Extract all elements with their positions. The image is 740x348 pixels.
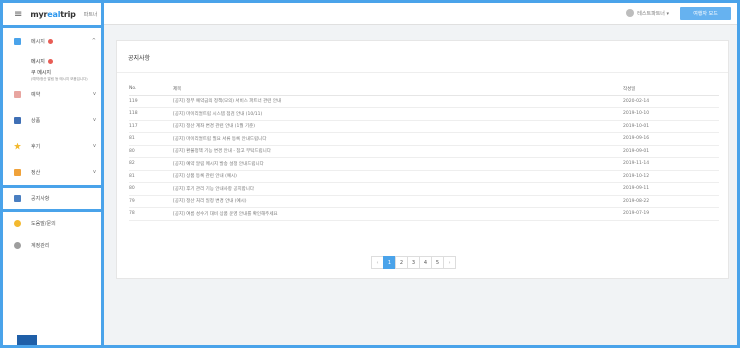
sidebar-subitem-label: 메시지: [31, 58, 45, 65]
sidebar-item-label: 계정관리: [31, 242, 50, 249]
message-icon: [14, 37, 21, 45]
sidebar-item-label: 메시지: [31, 38, 45, 45]
sidebar-item-help[interactable]: 도움말/문의: [3, 212, 101, 234]
pagination: ‹ 1 2 3 4 5 ›: [371, 256, 456, 269]
sidebar-item-product[interactable]: 상품 v: [3, 107, 101, 133]
cell-title[interactable]: [공지] 정산 처리 일정 변경 안내 (예시): [173, 195, 623, 208]
hamburger-icon[interactable]: ≡: [14, 9, 22, 20]
cell-no: 80: [129, 145, 173, 158]
sidebar-item-message[interactable]: 메시지 ^: [3, 28, 101, 54]
calendar-icon: [14, 90, 21, 98]
page-title: 공지사항: [117, 41, 728, 73]
cell-no: 117: [129, 120, 173, 133]
column-header-no: No.: [129, 83, 173, 96]
logo-suffix: trip: [60, 9, 76, 19]
sidebar-subitem-message[interactable]: 메시지: [3, 54, 101, 68]
cell-date: 2019-11-14: [623, 157, 719, 171]
megaphone-icon: [14, 195, 21, 202]
table-header-row: No. 제목 작성일: [129, 83, 719, 96]
sidebar-header: ≡ myrealtrip 파트너: [3, 3, 101, 28]
cell-no: 80: [129, 182, 173, 196]
sidebar-item-label: 후기: [31, 143, 41, 150]
cell-title[interactable]: [공지] 예약 알림 메시지 발송 설정 안내드립니다: [173, 157, 623, 171]
sidebar-item-notice[interactable]: 공지사항: [3, 188, 101, 209]
top-header: 테스트파트너 ▾ 여행자 모드: [104, 3, 737, 25]
chevron-down-icon: v: [93, 91, 96, 97]
cell-date: 2019-08-22: [623, 195, 719, 208]
chevron-down-icon: v: [93, 117, 96, 123]
sidebar-item-label: 공지사항: [31, 196, 50, 202]
cell-title[interactable]: [공지] 정산 계좌 변경 관련 안내 (1월 기준): [173, 120, 623, 133]
cell-title[interactable]: [공지] 상품 등록 관련 안내 (예시): [173, 170, 623, 183]
cell-no: 79: [129, 195, 173, 208]
table-row[interactable]: 119 [공지] 정부 예약금의 정책(모의) 서비스 파트너 관련 안내 2020…: [129, 95, 719, 108]
logo[interactable]: myrealtrip: [30, 9, 76, 19]
settlement-icon: [14, 168, 21, 176]
cell-title[interactable]: [공지] 환불정책 기능 변경 안내 - 참고 부탁드립니다: [173, 145, 623, 158]
cell-no: 81: [129, 132, 173, 146]
gear-icon: [14, 241, 21, 249]
column-header-title: 제목: [173, 83, 623, 96]
cell-title[interactable]: [공지] 후기 관리 기능 안내사항 공지합니다: [173, 182, 623, 196]
user-name: 테스트파트너 ▾: [637, 10, 669, 17]
traveler-mode-button[interactable]: 여행자 모드: [680, 7, 731, 20]
table-row[interactable]: 117 [공지] 정산 계좌 변경 관련 안내 (1월 기준) 2019-10-01: [129, 120, 719, 133]
cell-no: 78: [129, 207, 173, 221]
next-page-button[interactable]: ›: [443, 256, 456, 269]
notification-badge: [47, 38, 53, 44]
sidebar-item-account[interactable]: 계정관리: [3, 234, 101, 256]
sidebar-item-label: 예약: [31, 91, 41, 98]
chevron-down-icon: v: [93, 169, 96, 175]
chevron-up-icon: ^: [91, 38, 96, 44]
logo-accent: eal: [47, 9, 61, 19]
sidebar-item-label: 상품: [31, 117, 41, 124]
logo-prefix: myr: [30, 9, 48, 19]
notice-card: 공지사항 No. 제목 작성일 119 [공지] 정부 예약금의 정책(모의) 서…: [116, 40, 729, 279]
table-row[interactable]: 80 [공지] 환불정책 기능 변경 안내 - 참고 부탁드립니다 2019-09-…: [129, 145, 719, 158]
partner-label: 파트너: [83, 11, 98, 18]
cell-date: 2019-09-01: [623, 145, 719, 158]
cell-title[interactable]: [공지] 정부 예약금의 정책(모의) 서비스 파트너 관련 안내: [173, 95, 623, 108]
table-row[interactable]: 82 [공지] 예약 알림 메시지 발송 설정 안내드립니다 2019-11-14: [129, 157, 719, 171]
table-row[interactable]: 80 [공지] 후기 관리 기능 안내사항 공지합니다 2019-09-11: [129, 182, 719, 196]
cell-date: 2019-07-19: [623, 207, 719, 221]
cell-date: 2019-10-12: [623, 170, 719, 183]
table-row[interactable]: 78 [공지] 여름 성수기 대비 상품 운영 안내를 확인해주세요 2019-07…: [129, 207, 719, 221]
cell-title[interactable]: [공지] 여름 성수기 대비 상품 운영 안내를 확인해주세요: [173, 207, 623, 221]
user-menu[interactable]: 테스트파트너 ▾: [626, 9, 669, 17]
cell-date: 2020-02-14: [623, 95, 719, 108]
sidebar-item-reservation[interactable]: 예약 v: [3, 81, 101, 107]
cell-no: 81: [129, 170, 173, 183]
table-row[interactable]: 81 [공지] 마이리얼트립 필요 서류 등록 안내드립니다 2019-09-16: [129, 132, 719, 146]
chevron-down-icon: v: [93, 143, 96, 149]
sidebar-subitem-label: 쿠 메시지: [31, 70, 51, 76]
table-row[interactable]: 79 [공지] 정산 처리 일정 변경 안내 (예시) 2019-08-22: [129, 195, 719, 208]
cell-date: 2019-09-16: [623, 132, 719, 146]
table-row[interactable]: 81 [공지] 상품 등록 관련 안내 (예시) 2019-10-12: [129, 170, 719, 183]
table-row[interactable]: 118 [공지] 마이리얼트립 시스템 점검 안내 (10/11) 2019-10-…: [129, 107, 719, 121]
cell-no: 119: [129, 95, 173, 108]
avatar: [626, 9, 635, 17]
product-icon: [14, 116, 21, 124]
cell-title[interactable]: [공지] 마이리얼트립 시스템 점검 안내 (10/11): [173, 107, 623, 121]
sidebar-item-settlement[interactable]: 정산 v: [3, 159, 101, 185]
notice-table: No. 제목 작성일 119 [공지] 정부 예약금의 정책(모의) 서비스 파트…: [129, 83, 719, 221]
sidebar-bottom-button[interactable]: [17, 335, 37, 345]
cell-no: 118: [129, 107, 173, 121]
help-icon: [14, 219, 21, 227]
sidebar-item-label: 정산: [31, 169, 41, 176]
sidebar-item-label: 도움말/문의: [31, 220, 56, 227]
star-icon: [14, 142, 21, 150]
cell-no: 82: [129, 157, 173, 171]
sidebar: ≡ myrealtrip 파트너 메시지 ^ 메시지 쿠 메시지 (예약/정산 …: [3, 3, 104, 345]
sidebar-subitem-quick-message[interactable]: 쿠 메시지: [3, 68, 101, 77]
cell-date: 2019-10-10: [623, 107, 719, 121]
notification-badge: [47, 58, 53, 64]
cell-title[interactable]: [공지] 마이리얼트립 필요 서류 등록 안내드립니다: [173, 132, 623, 146]
cell-date: 2019-10-01: [623, 120, 719, 133]
column-header-date: 작성일: [623, 83, 719, 96]
sidebar-item-review[interactable]: 후기 v: [3, 133, 101, 159]
cell-date: 2019-09-11: [623, 182, 719, 196]
